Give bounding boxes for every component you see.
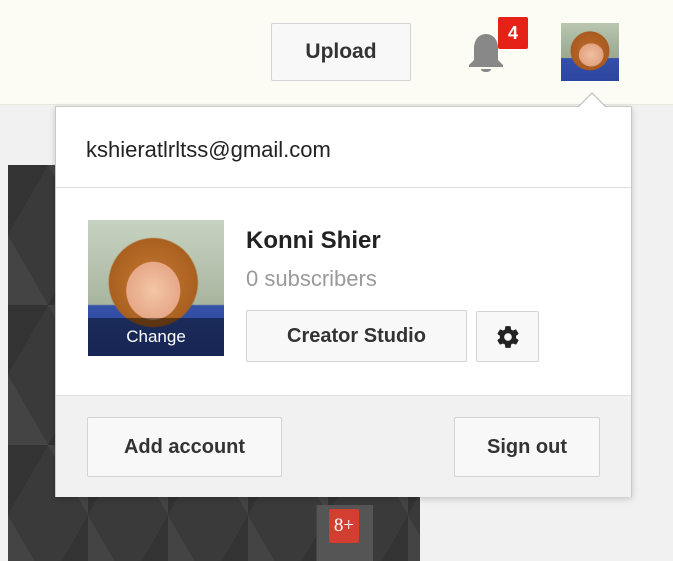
settings-button[interactable] — [476, 311, 539, 362]
account-dropdown: kshieratlrltss@gmail.com Change Konni Sh… — [55, 106, 632, 497]
divider — [56, 187, 631, 188]
account-name: Konni Shier — [246, 227, 381, 254]
notification-count-badge: 4 — [498, 17, 528, 49]
account-email: kshieratlrltss@gmail.com — [86, 137, 331, 162]
sign-out-button[interactable]: Sign out — [454, 417, 600, 477]
google-plus-icon[interactable]: 8+ — [329, 509, 359, 543]
subscriber-count: 0 subscribers — [246, 266, 377, 291]
dropdown-caret-fill — [579, 94, 605, 107]
add-account-button[interactable]: Add account — [87, 417, 282, 477]
gear-icon — [496, 325, 519, 348]
change-photo-link[interactable]: Change — [88, 318, 224, 356]
creator-studio-button[interactable]: Creator Studio — [246, 310, 467, 362]
account-avatar-button[interactable] — [561, 23, 619, 81]
gplus-link-container: 8+ — [316, 505, 373, 561]
dropdown-footer: Add account Sign out — [56, 395, 631, 497]
upload-button[interactable]: Upload — [271, 23, 411, 81]
profile-photo[interactable]: Change — [88, 220, 224, 356]
